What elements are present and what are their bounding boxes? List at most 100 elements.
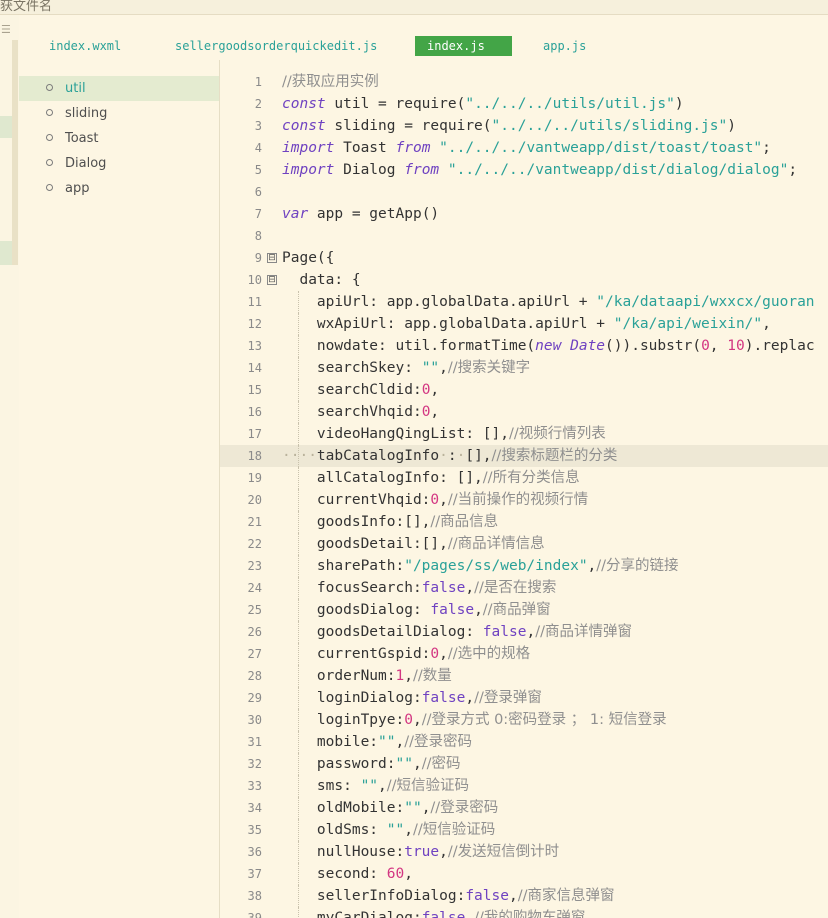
outline-item-util[interactable]: util	[19, 76, 219, 101]
tab-sellergoodsorderquickedit-js[interactable]: sellergoodsorderquickedit.js	[163, 36, 389, 56]
tab-app-js[interactable]: app.js	[531, 36, 598, 56]
code-text: Page({	[282, 247, 334, 269]
code-line[interactable]: 7 var app = getApp()	[220, 203, 828, 225]
code-line[interactable]: 15 searchCldid:0,	[220, 379, 828, 401]
outline-item-sliding[interactable]: sliding	[19, 101, 219, 126]
code-line[interactable]: 11 apiUrl: app.globalData.apiUrl + "/ka/…	[220, 291, 828, 313]
code-line[interactable]: 8	[220, 225, 828, 247]
tab-index-js[interactable]: index.js	[415, 36, 512, 56]
code-token: const	[282, 96, 326, 112]
code-text: sellerInfoDialog:false,//商家信息弹窗	[282, 885, 615, 907]
code-token: //短信验证码	[412, 822, 496, 838]
tab-index-wxml[interactable]: index.wxml	[37, 36, 133, 56]
code-line[interactable]: 22 goodsDetail:[],//商品详情信息	[220, 533, 828, 555]
outline-item-toast[interactable]: Toast	[19, 126, 219, 151]
code-line[interactable]: 3 const sliding = require("../../../utils…	[220, 115, 828, 137]
code-token: ,	[474, 602, 483, 618]
code-token: tabCatalogInfo	[316, 448, 440, 464]
code-token: :	[447, 448, 457, 464]
code-line[interactable]: 6	[220, 181, 828, 203]
code-line[interactable]: 34 oldMobile:"",//登录密码	[220, 797, 828, 819]
code-line[interactable]: 30 loginTpye:0,//登录方式 0:密码登录 ； 1: 短信登录	[220, 709, 828, 731]
code-token: nowdate: util.formatTime(	[282, 338, 536, 354]
line-number: 20	[247, 493, 262, 507]
code-line[interactable]: 21 goodsInfo:[],//商品信息	[220, 511, 828, 533]
code-text: sharePath:"/pages/ss/web/index",//分享的链接	[282, 555, 679, 577]
code-token: false	[421, 910, 466, 918]
code-token: ,	[465, 580, 475, 596]
code-token: ,	[439, 492, 448, 508]
code-token: //密码	[421, 756, 461, 772]
code-text: goodsDetailDialog: false,//商品详情弹窗	[282, 621, 632, 643]
code-line[interactable]: 38 sellerInfoDialog:false,//商家信息弹窗	[220, 885, 828, 907]
code-line[interactable]: 32 password:"",//密码	[220, 753, 828, 775]
code-line[interactable]: 36 nullHouse:true,//发送短信倒计时	[220, 841, 828, 863]
code-line[interactable]: 2 const util = require("../../../utils/ut…	[220, 93, 828, 115]
line-number: 34	[247, 801, 262, 815]
code-line[interactable]: 16 searchVhqid:0,	[220, 401, 828, 423]
line-number: 24	[247, 581, 262, 595]
code-line[interactable]: 4 import Toast from "../../../vantweapp/d…	[220, 137, 828, 159]
code-line[interactable]: 27 currentGspid:0,//选中的规格	[220, 643, 828, 665]
code-token: "/pages/ss/web/index"	[404, 558, 588, 574]
code-token: //登录方式 0:密码登录 ； 1: 短信登录	[421, 712, 667, 728]
fold-toggle-icon[interactable]: ⊟	[267, 275, 277, 285]
code-line[interactable]: 24 focusSearch:false,//是否在搜索	[220, 577, 828, 599]
code-text: var app = getApp()	[282, 203, 439, 225]
code-line[interactable]: 39 myCarDialog:false,//我的购物车弹窗	[220, 907, 828, 918]
outline-item-app[interactable]: app	[19, 176, 219, 201]
code-token: sms:	[282, 778, 361, 794]
code-line[interactable]: 1 //获取应用实例	[220, 71, 828, 93]
code-token: videoHangQingList: [],	[282, 426, 509, 442]
code-line[interactable]: 5 import Dialog from "../../../vantweapp/…	[220, 159, 828, 181]
code-line[interactable]: 17 videoHangQingList: [],//视频行情列表	[220, 423, 828, 445]
line-number: 12	[247, 317, 262, 331]
code-line[interactable]: 37 second: 60,	[220, 863, 828, 885]
code-token: goodsInfo:[],	[282, 514, 431, 530]
code-line[interactable]: 14 searchSkey: "",//搜索关键字	[220, 357, 828, 379]
outline-item-dialog[interactable]: Dialog	[19, 151, 219, 176]
code-line[interactable]: 12 wxApiUrl: app.globalData.apiUrl + "/k…	[220, 313, 828, 335]
fold-toggle-icon[interactable]: ⊟	[267, 253, 277, 263]
code-token: ).replac	[744, 338, 815, 354]
code-token: Page({	[282, 250, 335, 266]
code-line[interactable]: 9 ⊟ Page({	[220, 247, 828, 269]
code-token: ,	[587, 558, 597, 574]
code-text: import Dialog from "../../../vantweapp/d…	[282, 159, 797, 181]
code-line[interactable]: 25 goodsDialog: false,//商品弹窗	[220, 599, 828, 621]
code-token: "/ka/dataapi/wxxcx/guoran	[596, 294, 815, 310]
code-line[interactable]: 13 nowdate: util.formatTime(new Date()).…	[220, 335, 828, 357]
code-line[interactable]: 10 ⊟ data: {	[220, 269, 828, 291]
code-token: ;	[762, 140, 771, 156]
code-line[interactable]: 20 currentVhqid:0,//当前操作的视频行情	[220, 489, 828, 511]
code-line[interactable]: 33 sms: "",//短信验证码	[220, 775, 828, 797]
code-token: nullHouse:	[282, 844, 405, 860]
code-line[interactable]: 28 orderNum:1,//数量	[220, 665, 828, 687]
line-number: 28	[247, 669, 262, 683]
code-line[interactable]: 18 ····tabCatalogInfo·:·[],//搜索标题栏的分类	[220, 445, 828, 467]
code-line[interactable]: 19 allCatalogInfo: [],//所有分类信息	[220, 467, 828, 489]
code-line[interactable]: 35 oldSms: "",//短信验证码	[220, 819, 828, 841]
code-token: ,	[465, 910, 475, 918]
code-token: //商品信息	[430, 514, 499, 530]
code-text: const util = require("../../../utils/uti…	[282, 93, 684, 115]
code-line[interactable]: 26 goodsDetailDialog: false,//商品详情弹窗	[220, 621, 828, 643]
line-number: 19	[247, 471, 262, 485]
code-line[interactable]: 29 loginDialog:false,//登录弹窗	[220, 687, 828, 709]
code-line[interactable]: 31 mobile:"",//登录密码	[220, 731, 828, 753]
code-text: import Toast from "../../../vantweapp/di…	[282, 137, 771, 159]
code-token: //搜索标题栏的分类	[491, 448, 618, 464]
code-token: ""	[395, 756, 413, 772]
code-token: //我的购物车弹窗	[474, 910, 586, 918]
menu-icon[interactable]: ☰	[1, 23, 11, 36]
selection-marker	[0, 116, 12, 138]
code-line[interactable]: 23 sharePath:"/pages/ss/web/index",//分享的…	[220, 555, 828, 577]
code-token: const	[282, 118, 326, 134]
symbol-icon	[46, 84, 53, 91]
code-token: //当前操作的视频行情	[447, 492, 589, 508]
code-editor[interactable]: 1//获取应用实例 2 const util = require("../../..…	[220, 60, 828, 918]
line-number: 39	[247, 911, 262, 918]
outline-item-label: sliding	[65, 106, 108, 121]
code-token: from	[395, 140, 431, 156]
code-token: //商品详情弹窗	[535, 624, 632, 640]
